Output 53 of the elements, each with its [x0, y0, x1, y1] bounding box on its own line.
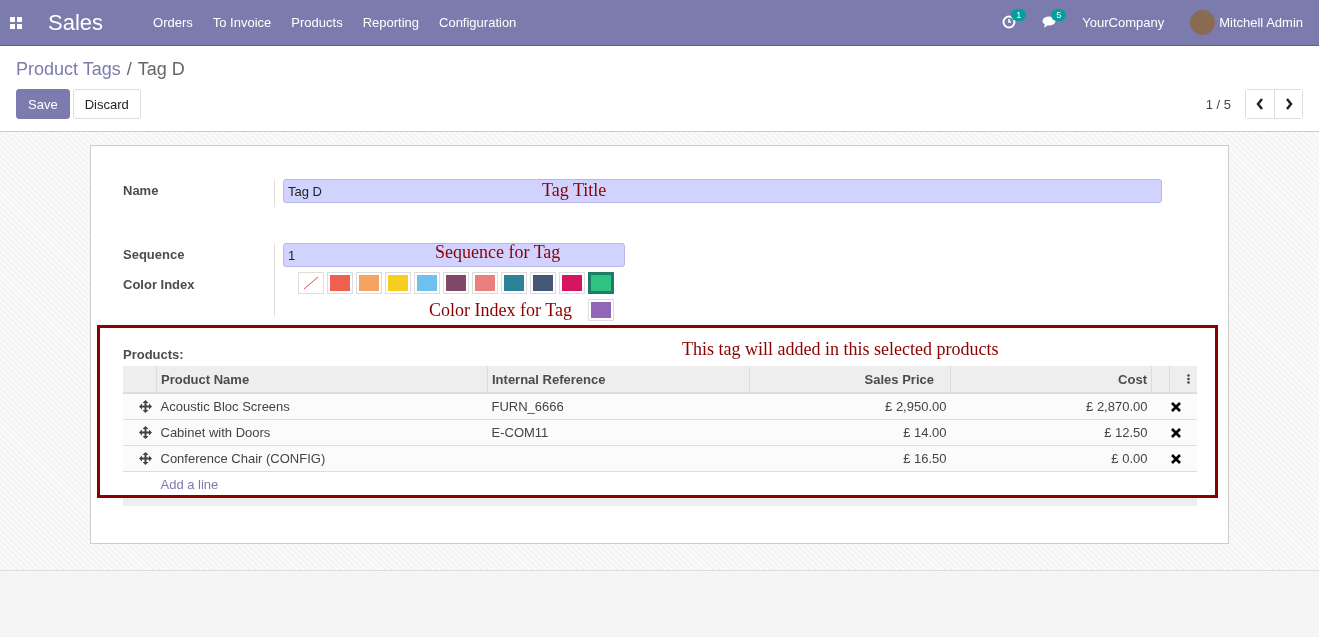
- breadcrumb-current: Tag D: [137, 59, 185, 80]
- delete-icon[interactable]: [1170, 401, 1181, 412]
- menu-item[interactable]: Orders: [143, 15, 203, 30]
- add-line-link[interactable]: Add a line: [160, 477, 219, 493]
- table-cell: FURN_6666: [487, 393, 750, 420]
- next-button[interactable]: [1274, 90, 1302, 118]
- save-button[interactable]: Save: [16, 89, 70, 119]
- company-switcher[interactable]: YourCompany: [1082, 15, 1165, 30]
- table-cell: £ 14.00: [749, 419, 951, 446]
- delete-icon[interactable]: [1170, 427, 1181, 438]
- column-header[interactable]: Internal Reference: [487, 366, 750, 393]
- breadcrumb-link[interactable]: Product Tags: [16, 59, 121, 80]
- table-cell: £ 12.50: [950, 419, 1152, 446]
- drag-handle-icon[interactable]: [139, 400, 152, 413]
- table-cell: £ 16.50: [749, 445, 951, 472]
- column-header[interactable]: Cost: [950, 366, 1152, 393]
- annotation-text: Color Index for Tag: [429, 300, 572, 321]
- user-menu[interactable]: Mitchell Admin: [1219, 15, 1303, 30]
- table-cell: Acoustic Bloc Screens: [156, 393, 488, 420]
- column-options-icon[interactable]: [1187, 374, 1190, 384]
- chevron-right-icon: [1284, 98, 1293, 110]
- breadcrumb-separator: /: [126, 59, 132, 80]
- menu-item[interactable]: Products: [281, 15, 353, 30]
- chevron-left-icon: [1256, 98, 1264, 110]
- table-cell: Cabinet with Doors: [156, 419, 488, 446]
- menu-item[interactable]: Configuration: [429, 15, 527, 30]
- delete-icon[interactable]: [1170, 453, 1181, 464]
- field-label: Products:: [123, 347, 184, 362]
- table-cell: £ 0.00: [950, 445, 1152, 472]
- apps-menu-icon[interactable]: [10, 16, 22, 29]
- column-header[interactable]: Product Name: [156, 366, 488, 393]
- field-label: Sequence: [123, 246, 186, 264]
- menu-item[interactable]: To Invoice: [202, 15, 282, 30]
- table-cell: Conference Chair (CONFIG): [156, 445, 488, 472]
- table-cell: £ 2,950.00: [749, 393, 951, 420]
- app-name[interactable]: Sales: [48, 9, 104, 36]
- clock-icon[interactable]: [1002, 14, 1017, 29]
- annotation-text: Sequence for Tag: [435, 242, 561, 263]
- column-header[interactable]: Sales Price: [749, 366, 951, 393]
- pager-value: 1 / 5: [1205, 96, 1231, 112]
- annotation-text: This tag will added in this selected products: [682, 339, 999, 360]
- table-cell: £ 2,870.00: [950, 393, 1152, 420]
- activity-count-badge: 1: [1011, 8, 1027, 21]
- menu-item[interactable]: Reporting: [352, 15, 429, 30]
- drag-handle-icon[interactable]: [139, 452, 152, 465]
- message-count-badge: 5: [1051, 8, 1067, 21]
- annotation-text: Tag Title: [542, 180, 607, 201]
- discard-button[interactable]: Discard: [72, 89, 141, 119]
- color-swatch[interactable]: [589, 273, 613, 293]
- field-label: Name: [123, 182, 160, 200]
- table-cell: E-COM11: [487, 419, 750, 446]
- field-label: Color Index: [123, 276, 196, 294]
- drag-handle-icon[interactable]: [139, 426, 152, 439]
